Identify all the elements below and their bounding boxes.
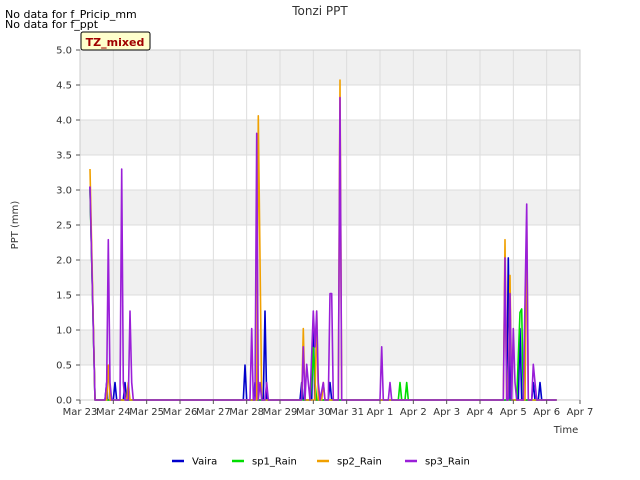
x-tick-label: Apr 6 [533,407,560,418]
y-tick-label: 2.5 [56,221,72,232]
x-tick-label: Mar 31 [329,407,364,418]
plot-band [80,50,580,85]
x-tick-label: Apr 5 [500,407,527,418]
x-tick-label: Apr 4 [467,407,494,418]
chart-area: 0.0 0.5 1.0 1.5 2.0 2.5 3.0 3.5 4.0 4.5 5.0 Mar 23… [10,4,594,468]
plot-band [80,190,580,225]
y-axis-ticks: 0.0 0.5 1.0 1.5 2.0 2.5 3.0 3.5 4.0 4.5 5.0 [56,46,80,407]
y-tick-label: 2.0 [56,256,72,267]
y-tick-label: 1.5 [56,291,72,302]
y-tick-label: 4.5 [56,81,72,92]
x-axis-ticks: Mar 23Mar 24Mar 25Mar 26Mar 27Mar 28Mar … [63,400,594,418]
plot-band [80,85,580,120]
x-tick-label: Apr 7 [567,407,594,418]
x-tick-label: Apr 1 [367,407,394,418]
legend: Vaira sp1_Rain sp2_Rain sp3_Rain [172,457,470,468]
badge-label: TZ_mixed [86,36,145,49]
y-tick-label: 0.5 [56,361,72,372]
y-tick-label: 3.5 [56,151,72,162]
x-tick-label: Mar 24 [96,407,131,418]
legend-label: sp3_Rain [425,457,470,468]
legend-label: sp2_Rain [337,457,382,468]
x-tick-label: Mar 23 [63,407,98,418]
legend-label: Vaira [192,457,217,468]
x-tick-label: Mar 26 [163,407,198,418]
x-axis-label: Time [553,425,578,436]
x-tick-label: Mar 25 [129,407,164,418]
x-tick-label: Mar 30 [296,407,331,418]
plot-band [80,155,580,190]
y-tick-label: 1.0 [56,326,72,337]
y-axis-label: PPT (mm) [10,201,21,250]
y-tick-label: 5.0 [56,46,72,57]
x-tick-label: Apr 2 [400,407,427,418]
tz-mixed-badge: TZ_mixed [80,31,151,51]
plot-band [80,120,580,155]
y-tick-label: 3.0 [56,186,72,197]
x-tick-label: Mar 29 [263,407,298,418]
x-tick-label: Mar 28 [229,407,264,418]
x-tick-label: Apr 3 [433,407,460,418]
y-tick-label: 4.0 [56,116,72,127]
y-tick-label: 0.0 [56,396,72,407]
x-tick-label: Mar 27 [196,407,231,418]
legend-label: sp1_Rain [252,457,297,468]
chart-title: Tonzi PPT [291,4,348,18]
